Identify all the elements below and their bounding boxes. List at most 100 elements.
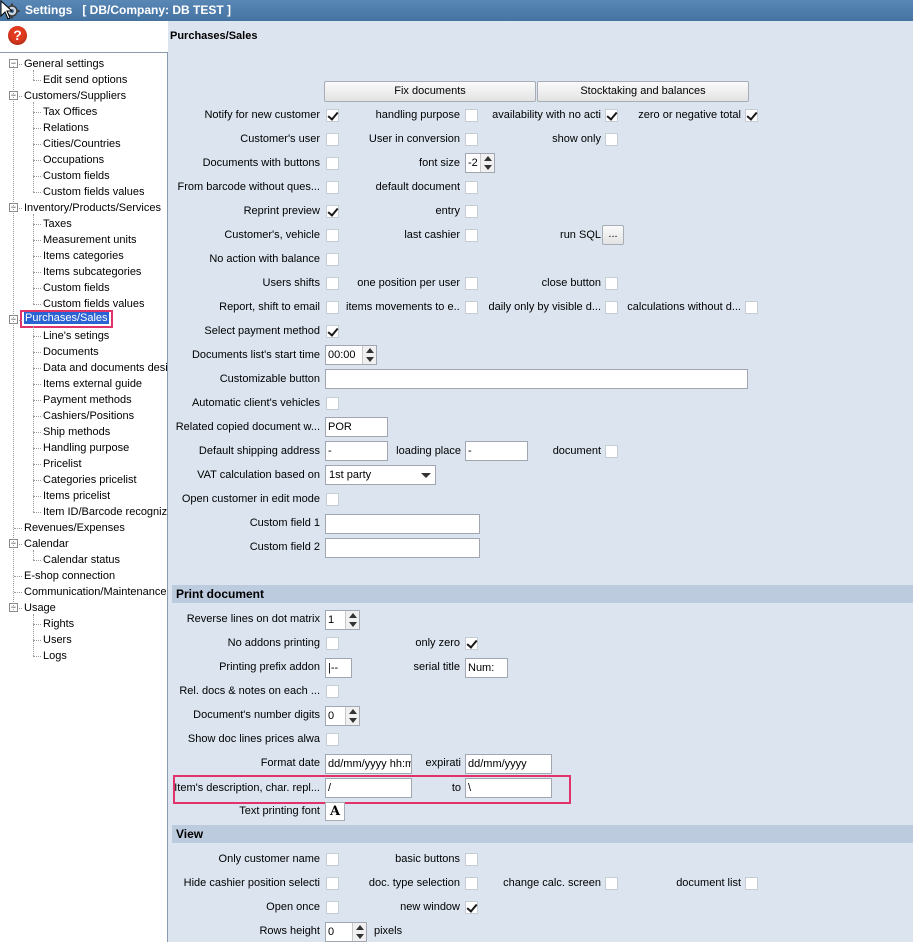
custom-field-2-input[interactable] — [325, 538, 480, 558]
tree-item-items-subcategories[interactable]: Items subcategories — [43, 264, 141, 280]
hide-cashier-position-checkbox[interactable] — [326, 877, 339, 890]
documents-with-buttons-checkbox[interactable] — [326, 157, 339, 170]
calculations-without-checkbox[interactable] — [745, 301, 758, 314]
format-date-input[interactable]: dd/mm/yyyy hh:mm — [325, 754, 412, 774]
tree-item-documents[interactable]: Documents — [43, 344, 99, 360]
char-repl-from-input[interactable]: / — [325, 778, 412, 798]
tree-item-pricelist[interactable]: Pricelist — [43, 456, 82, 472]
spin-arrows-icon[interactable] — [352, 923, 366, 941]
one-position-per-user-checkbox[interactable] — [465, 277, 478, 290]
documents-number-digits-stepper[interactable]: 0 — [325, 706, 360, 726]
open-once-checkbox[interactable] — [326, 901, 339, 914]
default-shipping-address-input[interactable]: - — [325, 441, 388, 461]
document-checkbox[interactable] — [605, 445, 618, 458]
customers-vehicle-checkbox[interactable] — [326, 229, 339, 242]
items-movements-checkbox[interactable] — [465, 301, 478, 314]
tree-item-tax-offices[interactable]: Tax Offices — [43, 104, 97, 120]
tree-item-items-categories[interactable]: Items categories — [43, 248, 124, 264]
spin-arrows-icon[interactable] — [345, 707, 359, 725]
tree-item-edit-send-options[interactable]: Edit send options — [43, 72, 127, 88]
default-document-checkbox[interactable] — [465, 181, 478, 194]
select-payment-method-checkbox[interactable] — [326, 325, 339, 338]
only-zero-checkbox[interactable] — [465, 637, 478, 650]
availability-checkbox[interactable] — [605, 109, 618, 122]
tree-item-customers-suppliers[interactable]: Customers/Suppliers — [24, 88, 126, 104]
rel-docs-notes-checkbox[interactable] — [326, 685, 339, 698]
tree-item-custom-fields[interactable]: Custom fields — [43, 168, 110, 184]
tree-item-usage[interactable]: Usage — [24, 600, 56, 616]
entry-checkbox[interactable] — [465, 205, 478, 218]
document-list-checkbox[interactable] — [745, 877, 758, 890]
font-size-stepper[interactable]: -2 — [465, 153, 495, 173]
handling-purpose-checkbox[interactable] — [465, 109, 478, 122]
users-shifts-checkbox[interactable] — [326, 277, 339, 290]
tree-item-calendar[interactable]: Calendar — [24, 536, 69, 552]
tree-item-inventory-products-services[interactable]: Inventory/Products/Services — [24, 200, 161, 216]
tree-item-categories-pricelist[interactable]: Categories pricelist — [43, 472, 137, 488]
tree-item-measurement-units[interactable]: Measurement units — [43, 232, 137, 248]
char-repl-to-input[interactable]: \ — [465, 778, 552, 798]
spin-arrows-icon[interactable] — [362, 346, 376, 364]
tree-item-general-settings[interactable]: General settings — [24, 56, 104, 72]
run-sql-button[interactable]: ... — [602, 225, 624, 245]
show-doc-lines-prices-checkbox[interactable] — [326, 733, 339, 746]
tree-item-ship-methods[interactable]: Ship methods — [43, 424, 110, 440]
spin-arrows-icon[interactable] — [480, 154, 494, 172]
close-button-checkbox[interactable] — [605, 277, 618, 290]
tree-item-items-external-guide[interactable]: Items external guide — [43, 376, 142, 392]
rows-height-stepper[interactable]: 0 — [325, 922, 367, 942]
tree-item-occupations[interactable]: Occupations — [43, 152, 104, 168]
reverse-lines-stepper[interactable]: 1 — [325, 610, 360, 630]
open-customer-edit-checkbox[interactable] — [326, 493, 339, 506]
tree-item-cashiers-positions[interactable]: Cashiers/Positions — [43, 408, 134, 424]
related-copied-doc-input[interactable]: POR — [325, 417, 388, 437]
serial-title-input[interactable]: Num: — [465, 658, 508, 678]
start-time-stepper[interactable]: 00:00 — [325, 345, 377, 365]
tree-item-cities-countries[interactable]: Cities/Countries — [43, 136, 121, 152]
font-picker-button[interactable]: A — [325, 802, 345, 821]
new-window-checkbox[interactable] — [465, 901, 478, 914]
zero-negative-total-checkbox[interactable] — [745, 109, 758, 122]
tree-item-line-s-setings[interactable]: Line's setings — [43, 328, 109, 344]
fix-documents-button[interactable]: Fix documents — [324, 81, 536, 102]
tree-item-custom-fields[interactable]: Custom fields — [43, 280, 110, 296]
reprint-preview-checkbox[interactable] — [326, 205, 339, 218]
help-button[interactable]: ? — [8, 26, 27, 45]
tree-item-custom-fields-values[interactable]: Custom fields values — [43, 184, 145, 200]
customizable-button-input[interactable] — [325, 369, 748, 389]
report-shift-email-checkbox[interactable] — [326, 301, 339, 314]
tree-item-item-id-barcode-recognize[interactable]: Item ID/Barcode recognize — [43, 504, 167, 520]
tree-item-payment-methods[interactable]: Payment methods — [43, 392, 132, 408]
automatic-client-vehicles-checkbox[interactable] — [326, 397, 339, 410]
daily-only-visible-checkbox[interactable] — [605, 301, 618, 314]
customers-user-checkbox[interactable] — [326, 133, 339, 146]
change-calc-screen-checkbox[interactable] — [605, 877, 618, 890]
tree-item-handling-purpose[interactable]: Handling purpose — [43, 440, 129, 456]
tree-item-revenues-expenses[interactable]: Revenues/Expenses — [24, 520, 125, 536]
no-addons-printing-checkbox[interactable] — [326, 637, 339, 650]
basic-buttons-checkbox[interactable] — [465, 853, 478, 866]
last-cashier-checkbox[interactable] — [465, 229, 478, 242]
vat-calc-select[interactable]: 1st party — [325, 465, 436, 485]
tree-item-communication-maintenance[interactable]: Communication/Maintenance — [24, 584, 166, 600]
spin-arrows-icon[interactable] — [345, 611, 359, 629]
tree-item-items-pricelist[interactable]: Items pricelist — [43, 488, 110, 504]
notify-new-customer-checkbox[interactable] — [326, 109, 339, 122]
tree-item-logs[interactable]: Logs — [43, 648, 67, 664]
loading-place-input[interactable]: - — [465, 441, 528, 461]
tree-item-data-and-documents-desi[interactable]: Data and documents desi — [43, 360, 167, 376]
user-in-conversion-checkbox[interactable] — [465, 133, 478, 146]
tree-item-rights[interactable]: Rights — [43, 616, 74, 632]
tree-item-users[interactable]: Users — [43, 632, 72, 648]
tree-item-e-shop-connection[interactable]: E-shop connection — [24, 568, 115, 584]
tree-item-calendar-status[interactable]: Calendar status — [43, 552, 120, 568]
tree-item-relations[interactable]: Relations — [43, 120, 89, 136]
only-customer-name-checkbox[interactable] — [326, 853, 339, 866]
custom-field-1-input[interactable] — [325, 514, 480, 534]
expirati-input[interactable]: dd/mm/yyyy — [465, 754, 552, 774]
stocktaking-button[interactable]: Stocktaking and balances — [537, 81, 749, 102]
tree-item-taxes[interactable]: Taxes — [43, 216, 72, 232]
no-action-balance-checkbox[interactable] — [326, 253, 339, 266]
show-only-checkbox[interactable] — [605, 133, 618, 146]
from-barcode-checkbox[interactable] — [326, 181, 339, 194]
